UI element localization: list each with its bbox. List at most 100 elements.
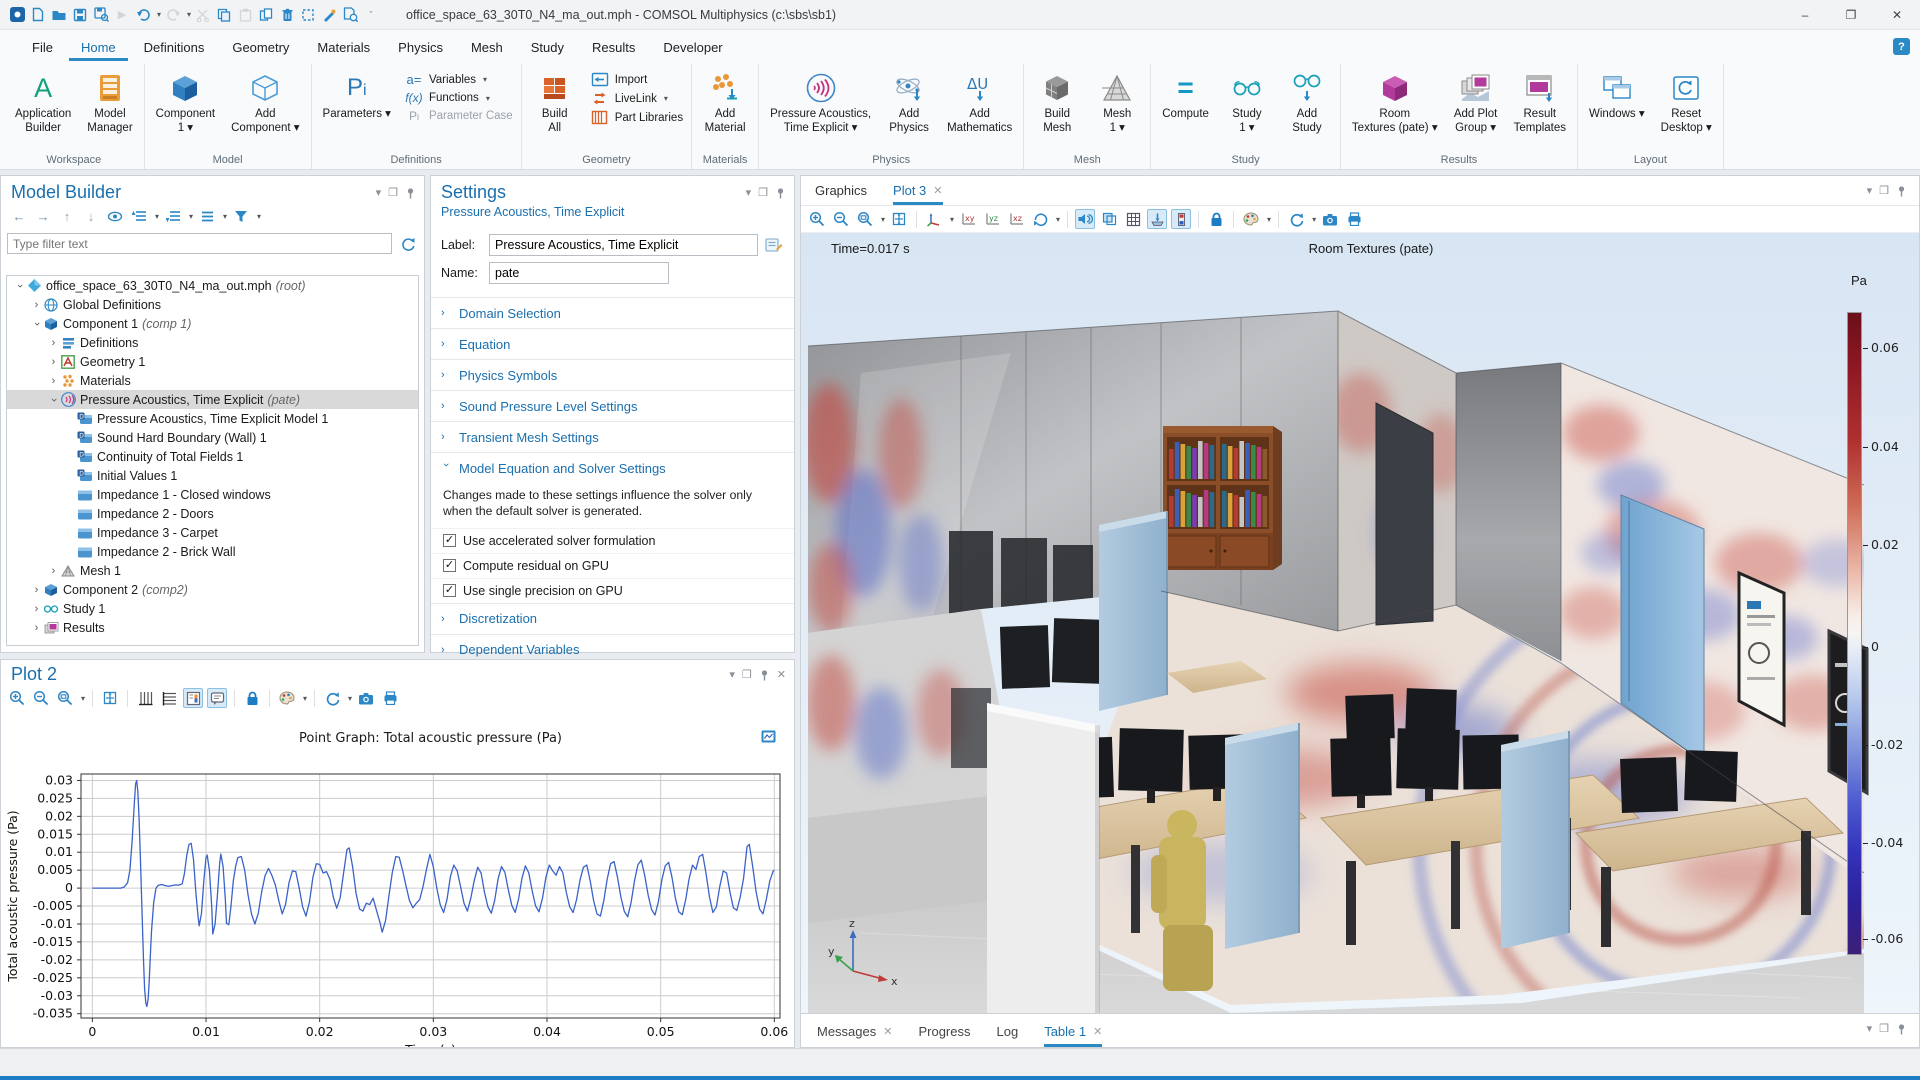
point-graph-chart[interactable]: 0 0.01 0.02 0.03 0.04 0.05 0.06 0.03 0.025 0.02 0.… xyxy=(1,722,794,1047)
color-theme-button-caret[interactable]: ▾ xyxy=(1267,215,1271,224)
menu-results[interactable]: Results xyxy=(580,34,647,61)
tab-log[interactable]: Log xyxy=(997,1024,1019,1047)
section-model-equation-and-solver-settings[interactable]: › Model Equation and Solver Settings xyxy=(431,452,794,483)
float-panel-icon[interactable]: ❐ xyxy=(1879,1022,1889,1035)
zoom-box-button-caret[interactable]: ▾ xyxy=(81,694,85,703)
zoom-extents-button[interactable] xyxy=(889,209,909,229)
menu-physics[interactable]: Physics xyxy=(386,34,455,61)
zoom-box-button[interactable] xyxy=(55,688,75,708)
menu-developer[interactable]: Developer xyxy=(651,34,734,61)
reset-desktop-button[interactable]: Reset Desktop ▾ xyxy=(1654,66,1719,136)
menu-materials[interactable]: Materials xyxy=(305,34,382,61)
tree-item-definitions[interactable]: › Definitions xyxy=(7,333,418,352)
zoom-in-button[interactable] xyxy=(807,209,827,229)
checkbox-icon[interactable]: ✓ xyxy=(443,584,456,598)
y-axis-log-button[interactable] xyxy=(159,688,179,708)
expander[interactable]: › xyxy=(47,375,60,387)
expander[interactable]: › xyxy=(13,280,26,292)
section-discretization[interactable]: › Discretization xyxy=(431,602,794,634)
graphics-viewport[interactable]: z x y Time=0.017 s Room Textures (pate) … xyxy=(801,233,1919,1014)
panel-menu-icon[interactable]: ▾ xyxy=(376,186,382,199)
menu-home[interactable]: Home xyxy=(68,34,128,61)
menu-mesh[interactable]: Mesh xyxy=(459,34,515,61)
expand-all-button-caret[interactable]: ▾ xyxy=(189,212,193,221)
zoom-in-button[interactable] xyxy=(7,688,27,708)
expander[interactable]: › xyxy=(30,622,43,634)
undo-button-caret[interactable]: ▾ xyxy=(157,10,161,19)
minimize-button[interactable]: – xyxy=(1782,0,1828,30)
build-all-button[interactable]: Build All xyxy=(526,66,584,136)
nav-back-button[interactable]: ← xyxy=(9,206,29,226)
close-tab-icon[interactable]: ✕ xyxy=(933,184,942,197)
menu-file[interactable]: File xyxy=(20,34,65,61)
checkbox-use-accelerated-solver-formulation[interactable]: ✓ Use accelerated solver formulation xyxy=(431,527,794,553)
tree-item-sound-hard-boundary-wall-1[interactable]: D Sound Hard Boundary (Wall) 1 xyxy=(7,428,418,447)
rotate-view-button[interactable] xyxy=(1030,209,1050,229)
copy-button[interactable] xyxy=(215,6,233,24)
tree-item-impedance-2-brick-wall[interactable]: Impedance 2 - Brick Wall xyxy=(7,542,418,561)
livelink-button[interactable]: LiveLink ▾ xyxy=(590,91,683,106)
go-to-xz-view-button[interactable]: xz xyxy=(1006,209,1026,229)
go-to-yz-view-button[interactable]: yz xyxy=(982,209,1002,229)
tree-item-pressure-acoustics-time-explicit[interactable]: › Pressure Acoustics, Time Explicit (pate) xyxy=(7,390,418,409)
show-annotations-button[interactable] xyxy=(207,688,228,708)
filter-button-caret[interactable]: ▾ xyxy=(257,212,261,221)
expander[interactable]: › xyxy=(47,356,60,368)
view-orientation-button[interactable] xyxy=(924,209,944,229)
add-plot-group-button[interactable]: Add Plot Group ▾ xyxy=(1447,66,1505,136)
model-manager-button[interactable]: Model Manager xyxy=(80,66,139,136)
zoom-extents-button[interactable] xyxy=(100,688,120,708)
model-tree-node-text-button[interactable] xyxy=(197,206,217,226)
result-templates-button[interactable]: Result Templates xyxy=(1507,66,1573,136)
close-tab-icon[interactable]: ✕ xyxy=(883,1025,892,1038)
rotate-view-button-caret[interactable]: ▾ xyxy=(1056,215,1060,224)
study-1-button[interactable]: Study 1 ▾ xyxy=(1218,66,1276,136)
delete-button[interactable] xyxy=(278,6,296,24)
add-material-button[interactable]: Add Material xyxy=(696,66,754,136)
section-physics-symbols[interactable]: › Physics Symbols xyxy=(431,359,794,390)
color-theme-button[interactable] xyxy=(1241,209,1261,229)
tab-graphics[interactable]: Graphics xyxy=(815,183,867,205)
application-builder-button[interactable]: A Application Builder xyxy=(8,66,78,136)
checkbox-icon[interactable]: ✓ xyxy=(443,534,456,548)
parameter-case-button[interactable]: Pi Parameter Case xyxy=(404,109,513,123)
maximize-button[interactable]: ❐ xyxy=(1828,0,1874,30)
mesh-1-button[interactable]: Mesh 1 ▾ xyxy=(1088,66,1146,136)
float-panel-icon[interactable]: ❐ xyxy=(1879,184,1889,197)
checkbox-use-single-precision-on-gpu[interactable]: ✓ Use single precision on GPU xyxy=(431,577,794,603)
view-orientation-button-caret[interactable]: ▾ xyxy=(950,215,954,224)
expander[interactable]: › xyxy=(47,394,60,406)
tree-item-materials[interactable]: › Materials xyxy=(7,371,418,390)
pin-panel-icon[interactable] xyxy=(775,187,786,199)
show-legends-button[interactable] xyxy=(183,688,204,708)
print-button[interactable] xyxy=(1344,209,1364,229)
expand-all-button[interactable] xyxy=(163,206,183,226)
save-as-button[interactable] xyxy=(92,6,110,24)
panel-menu-icon[interactable]: ▾ xyxy=(1867,184,1873,197)
show-color-legend-button[interactable] xyxy=(1171,209,1192,229)
color-theme-button-caret[interactable]: ▾ xyxy=(303,694,307,703)
tree-item-initial-values-1[interactable]: D Initial Values 1 xyxy=(7,466,418,485)
tab-plot-3[interactable]: Plot 3 ✕ xyxy=(893,183,943,205)
add-mathematics-button[interactable]: ΔU Add Mathematics xyxy=(940,66,1019,136)
menu-definitions[interactable]: Definitions xyxy=(132,34,217,61)
tree-item-geometry-1[interactable]: › Geometry 1 xyxy=(7,352,418,371)
tree-item-component-1[interactable]: › Component 1 (comp 1) xyxy=(7,314,418,333)
help-icon[interactable]: ? xyxy=(1893,38,1910,55)
zoom-out-button[interactable] xyxy=(831,209,851,229)
tree-item-impedance-2-doors[interactable]: Impedance 2 - Doors xyxy=(7,504,418,523)
play-sound-button[interactable] xyxy=(1075,209,1096,229)
undo-button[interactable] xyxy=(134,6,152,24)
duplicate-button[interactable] xyxy=(257,6,275,24)
image-snapshot-button[interactable] xyxy=(1320,209,1340,229)
part-libraries-button[interactable]: Part Libraries xyxy=(590,110,683,125)
pressure-acoustics-button[interactable]: Pressure Acoustics, Time Explicit ▾ xyxy=(763,66,878,136)
expander[interactable]: › xyxy=(30,318,43,330)
windows-button[interactable]: Windows ▾ xyxy=(1582,66,1652,122)
functions-button[interactable]: f(x) Functions ▾ xyxy=(404,91,513,105)
expander[interactable]: › xyxy=(30,299,43,311)
refresh-filter-icon[interactable] xyxy=(398,234,418,254)
tree-item-results[interactable]: › Results xyxy=(7,618,418,637)
section-sound-pressure-level-settings[interactable]: › Sound Pressure Level Settings xyxy=(431,390,794,421)
zoom-box-button[interactable] xyxy=(855,209,875,229)
